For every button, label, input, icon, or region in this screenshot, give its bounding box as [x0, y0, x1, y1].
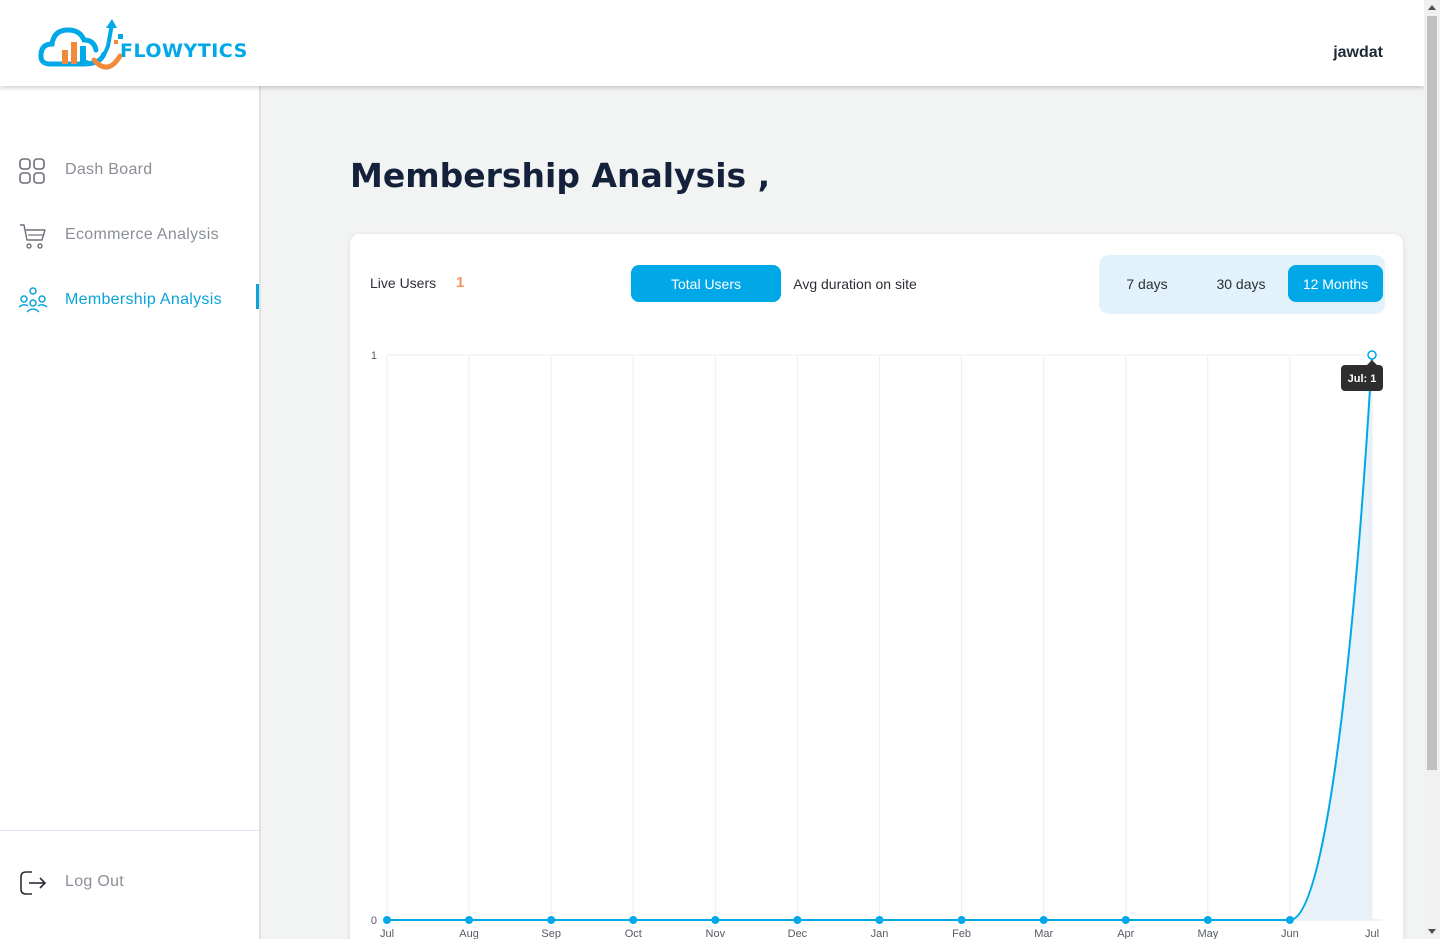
brand-name: FLOWYTICS [120, 40, 248, 62]
sidebar-item-label: Ecommerce Analysis [65, 226, 219, 243]
data-point [1121, 916, 1130, 924]
y-tick-label: 1 [371, 350, 377, 362]
total-users-chart[interactable]: 0 1 Jul Aug Sep Oct Nov Dec Jan Feb Mar Apr May Jun Ju… [350, 234, 1403, 939]
data-point [465, 916, 474, 924]
users-icon [18, 287, 48, 313]
tooltip-text: Jul: 1 [1348, 373, 1377, 385]
sidebar-item-dashboard[interactable]: Dash Board [0, 150, 259, 190]
data-point [957, 916, 966, 924]
x-tick-label: Jun [1281, 928, 1299, 939]
top-bar: FLOWYTICS jawdat [0, 0, 1424, 86]
scroll-down-icon[interactable] [1428, 929, 1436, 934]
x-tick-label: Apr [1117, 928, 1134, 939]
logout-button[interactable]: Log Out [0, 862, 259, 902]
data-point [629, 916, 638, 924]
data-point [1285, 916, 1294, 924]
cart-icon [20, 224, 46, 249]
x-tick-label: Jul [1365, 928, 1379, 939]
logout-label: Log Out [65, 873, 125, 890]
page-scrollbar[interactable] [1424, 0, 1440, 939]
tooltip-arrow [1367, 360, 1377, 365]
data-point [1367, 350, 1377, 360]
scroll-up-icon[interactable] [1428, 5, 1436, 10]
x-tick-label: Mar [1034, 928, 1053, 939]
grid-icon [19, 158, 45, 184]
data-point [793, 916, 802, 924]
data-point [1203, 916, 1212, 924]
sidebar-divider [0, 830, 259, 831]
sidebar-item-label: Dash Board [65, 161, 153, 178]
x-tick-label: May [1197, 928, 1218, 939]
username[interactable]: jawdat [1333, 44, 1383, 62]
page-title: Membership Analysis , [350, 156, 771, 195]
x-tick-label: Feb [952, 928, 971, 939]
sidebar-item-membership[interactable]: Membership Analysis [0, 280, 259, 320]
data-point [875, 916, 884, 924]
logout-icon [20, 871, 47, 895]
x-tick-label: Sep [541, 928, 561, 939]
x-tick-label: Jul [380, 928, 394, 939]
scroll-thumb[interactable] [1427, 16, 1437, 770]
membership-chart-card: Live Users 1 Total Users Avg duration on… [350, 234, 1403, 939]
x-tick-label: Nov [706, 928, 726, 939]
data-point [547, 916, 556, 924]
data-point [1039, 916, 1048, 924]
sidebar-item-ecommerce[interactable]: Ecommerce Analysis [0, 215, 259, 255]
active-indicator [256, 284, 259, 309]
sidebar-item-label: Membership Analysis [65, 291, 222, 308]
sidebar: Dash Board Ecommerce Analysis Membership… [0, 86, 261, 939]
x-tick-label: Oct [625, 928, 642, 939]
x-tick-label: Jan [871, 928, 889, 939]
y-tick-label: 0 [371, 915, 377, 927]
data-point [711, 916, 720, 924]
x-tick-label: Aug [459, 928, 479, 939]
data-point [383, 916, 391, 924]
x-tick-label: Dec [788, 928, 808, 939]
